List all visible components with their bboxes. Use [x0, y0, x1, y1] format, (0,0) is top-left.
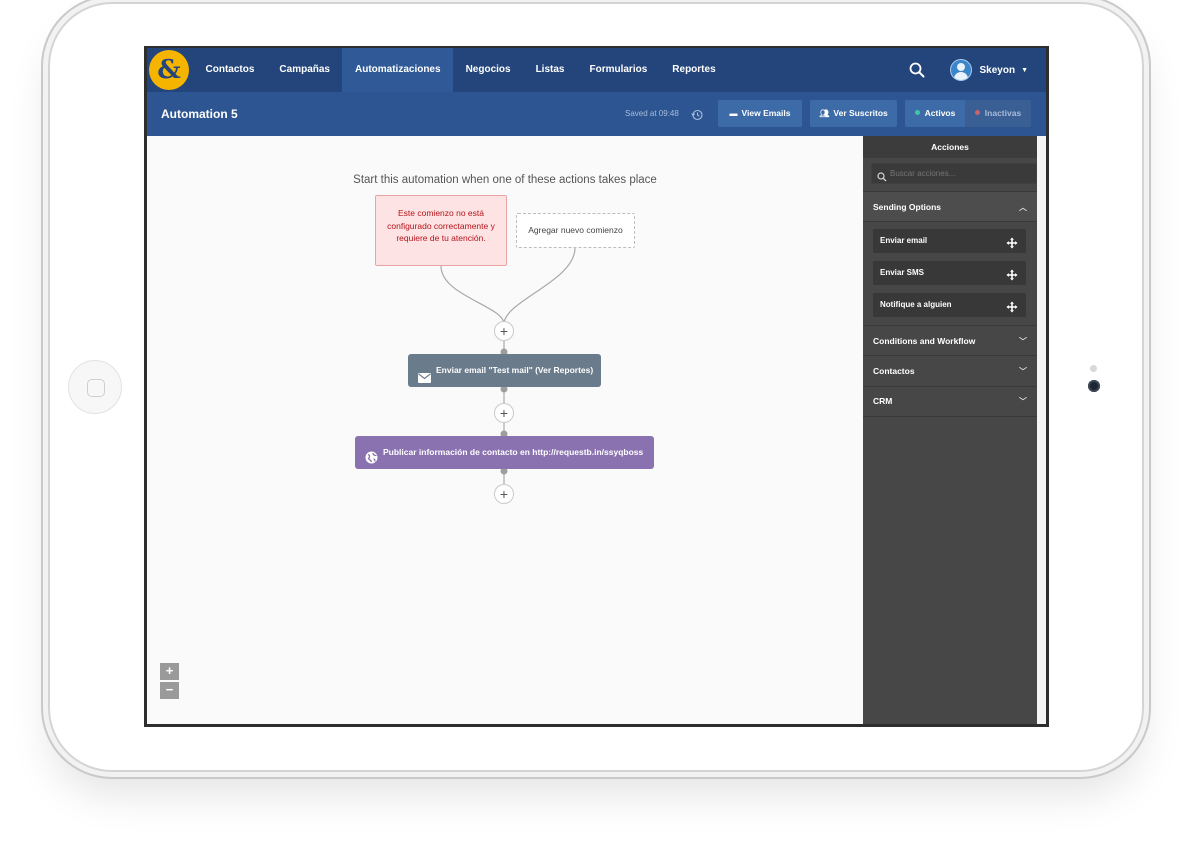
avatar — [950, 59, 973, 81]
history-icon[interactable] — [691, 108, 703, 121]
chevron-down-icon: ﹀ — [1019, 397, 1027, 406]
active-dot-icon — [914, 110, 920, 115]
action-notifique-a-alguien[interactable]: Notifique a alguien — [873, 293, 1026, 317]
section-sending-options[interactable]: Sending Options ︿ — [863, 191, 1037, 222]
user-name: Skeyon — [979, 64, 1016, 76]
add-trigger-button[interactable]: Agregar nuevo comienzo — [516, 213, 635, 248]
chevron-down-icon: ▼ — [1021, 66, 1028, 74]
nav-item-formularios[interactable]: Formularios — [577, 48, 660, 92]
action-label: Enviar email — [880, 236, 928, 245]
home-square-icon — [87, 379, 105, 397]
action-label: Enviar SMS — [880, 268, 925, 277]
search-icon — [877, 169, 887, 182]
move-icon — [1006, 267, 1018, 291]
section-label: Conditions and Workflow — [873, 336, 976, 346]
envelope-small-icon: ▬ — [729, 109, 738, 118]
view-emails-button[interactable]: ▬ View Emails — [718, 100, 802, 127]
home-button[interactable] — [68, 360, 122, 414]
section-label: CRM — [873, 396, 893, 406]
section-contactos[interactable]: Contactos ﹀ — [863, 356, 1037, 387]
section-conditions-workflow[interactable]: Conditions and Workflow ﹀ — [863, 325, 1037, 356]
nav-item-reportes[interactable]: Reportes — [660, 48, 728, 92]
ver-suscritos-label: Ver Suscritos — [833, 108, 888, 118]
user-menu[interactable]: Skeyon ▼ — [950, 59, 1028, 81]
action-enviar-sms[interactable]: Enviar SMS — [873, 261, 1026, 285]
camera-icon — [1088, 380, 1100, 392]
nav-item-automatizaciones[interactable]: Automatizaciones — [342, 48, 454, 92]
app: & Contactos Campañas Automatizaciones Ne… — [147, 48, 1046, 724]
webhook-action-node[interactable]: Publicar información de contacto en http… — [355, 436, 654, 469]
ver-suscritos-button[interactable]: 👥︎ Ver Suscritos — [810, 100, 897, 127]
move-icon — [1006, 235, 1018, 259]
envelope-icon — [418, 364, 431, 397]
toggle-inactivas[interactable]: Inactivas — [965, 100, 1031, 127]
sidebar-scrollbar[interactable] — [1037, 136, 1046, 724]
top-nav: & Contactos Campañas Automatizaciones Ne… — [147, 48, 1046, 92]
email-action-label: Enviar email "Test mail" (Ver Reportes) — [436, 365, 594, 375]
section-label: Contactos — [873, 366, 915, 376]
email-action-node[interactable]: Enviar email "Test mail" (Ver Reportes) — [408, 354, 601, 387]
actions-sidebar: Acciones Sending Options ︿ Enviar email … — [863, 136, 1037, 724]
users-icon: 👥︎ — [819, 109, 830, 118]
view-emails-label: View Emails — [741, 108, 791, 118]
automation-canvas[interactable]: Start this automation when one of these … — [147, 136, 863, 724]
search-icon[interactable] — [908, 61, 926, 79]
nav-items: Contactos Campañas Automatizaciones Nego… — [193, 48, 728, 92]
sidebar-title: Acciones — [863, 136, 1037, 158]
section-label: Sending Options — [873, 202, 941, 212]
automation-header: Automation 5 Saved at 09:48 ▬ View Emails… — [147, 92, 1046, 136]
chevron-down-icon: ﹀ — [1019, 337, 1027, 346]
add-step-button-2[interactable]: + — [494, 403, 514, 423]
start-instructions: Start this automation when one of these … — [353, 174, 657, 186]
section-crm[interactable]: CRM ﹀ — [863, 386, 1037, 417]
zoom-out-button[interactable]: − — [160, 682, 179, 699]
zoom-in-button[interactable]: + — [160, 663, 179, 680]
chevron-down-icon: ﹀ — [1019, 367, 1027, 376]
nav-item-listas[interactable]: Listas — [523, 48, 577, 92]
toggle-activos[interactable]: Activos — [905, 100, 965, 127]
nav-item-negocios[interactable]: Negocios — [453, 48, 523, 92]
trigger-warning-box[interactable]: Este comienzo no está configurado correc… — [375, 195, 507, 266]
nav-item-campanas[interactable]: Campañas — [267, 48, 343, 92]
sensor-dot — [1090, 365, 1097, 372]
nav-item-contactos[interactable]: Contactos — [193, 48, 267, 92]
inactive-dot-icon — [974, 110, 980, 115]
webhook-action-label: Publicar información de contacto en http… — [383, 447, 644, 457]
move-icon — [1006, 299, 1018, 323]
action-enviar-email[interactable]: Enviar email — [873, 229, 1026, 253]
globe-icon — [365, 445, 378, 478]
chevron-up-icon: ︿ — [1019, 203, 1027, 212]
saved-status: Saved at 09:48 — [625, 109, 679, 118]
status-toggle: Activos Inactivas — [905, 100, 1031, 127]
nav-right: Skeyon ▼ — [908, 48, 1046, 92]
screen: & Contactos Campañas Automatizaciones Ne… — [144, 46, 1049, 727]
automation-title[interactable]: Automation 5 — [161, 92, 238, 136]
toggle-activos-label: Activos — [924, 108, 956, 118]
action-label: Notifique a alguien — [880, 300, 952, 309]
add-step-button-1[interactable]: + — [494, 321, 514, 341]
add-step-button-3[interactable]: + — [494, 484, 514, 504]
actions-search-input[interactable] — [871, 163, 1037, 184]
toggle-inactivas-label: Inactivas — [984, 108, 1022, 118]
logo[interactable]: & — [149, 50, 189, 90]
